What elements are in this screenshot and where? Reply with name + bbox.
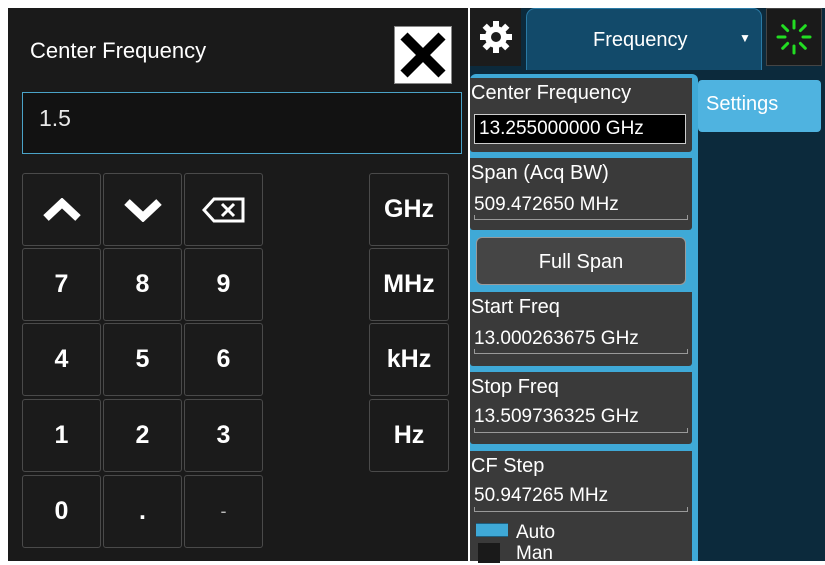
key-minus[interactable]: - <box>184 475 263 548</box>
man-indicator[interactable] <box>478 543 500 563</box>
settings-tab-label: Settings <box>706 93 779 115</box>
backspace-button[interactable] <box>184 173 263 246</box>
cf-step-value: 50.947265 MHz <box>474 485 609 506</box>
increment-button[interactable] <box>22 173 101 246</box>
decrement-button[interactable] <box>103 173 182 246</box>
status-indicator[interactable] <box>766 8 822 66</box>
key-5[interactable]: 5 <box>103 323 182 396</box>
chevron-up-icon <box>42 197 81 221</box>
key-0[interactable]: 0 <box>22 475 101 548</box>
full-span-button[interactable]: Full Span <box>476 237 686 285</box>
key-9[interactable]: 9 <box>184 248 263 321</box>
key-3[interactable]: 3 <box>184 399 263 472</box>
key-4[interactable]: 4 <box>22 323 101 396</box>
cf-step-softkey[interactable]: CF Step 50.947265 MHz Auto Man <box>470 451 692 564</box>
stop-freq-value: 13.509736325 GHz <box>474 406 639 427</box>
keypad-title: Center Frequency <box>30 38 207 63</box>
stop-freq-label: Stop Freq <box>471 376 559 398</box>
key-2[interactable]: 2 <box>103 399 182 472</box>
close-button[interactable] <box>394 26 452 84</box>
settings-tab[interactable]: Settings <box>698 80 821 132</box>
stop-freq-softkey[interactable]: Stop Freq 13.509736325 GHz <box>470 372 692 444</box>
backspace-icon <box>201 197 244 222</box>
frequency-menu-tab[interactable]: Frequency ▼ <box>526 8 762 70</box>
key-6[interactable]: 6 <box>184 323 263 396</box>
cf-step-field-border <box>474 507 688 512</box>
span-softkey[interactable]: Span (Acq BW) 509.472650 MHz <box>470 158 692 230</box>
span-label: Span (Acq BW) <box>471 162 609 184</box>
dropdown-arrow-icon: ▼ <box>739 31 751 45</box>
unit-hz-button[interactable]: Hz <box>369 399 449 472</box>
key-1[interactable]: 1 <box>22 399 101 472</box>
auto-option[interactable]: Auto <box>516 522 555 544</box>
frequency-menu-panel: Frequency ▼ Settings Center Frequency 13… <box>470 8 825 564</box>
center-frequency-label: Center Frequency <box>471 82 632 104</box>
settings-button[interactable] <box>470 8 521 66</box>
close-icon <box>395 27 451 83</box>
stop-freq-field-border <box>474 428 688 433</box>
entry-value: 1.5 <box>39 105 71 131</box>
gear-icon <box>479 21 512 53</box>
unit-khz-button[interactable]: kHz <box>369 323 449 396</box>
man-option[interactable]: Man <box>516 543 553 565</box>
start-freq-label: Start Freq <box>471 296 560 318</box>
center-frequency-softkey[interactable]: Center Frequency 13.255000000 GHz <box>470 78 692 152</box>
full-span-label: Full Span <box>538 251 624 273</box>
key-8[interactable]: 8 <box>103 248 182 321</box>
keypad-entry-field[interactable]: 1.5 <box>22 92 462 154</box>
auto-indicator[interactable] <box>476 523 508 537</box>
unit-ghz-button[interactable]: GHz <box>369 173 449 246</box>
cf-step-label: CF Step <box>471 455 545 477</box>
start-freq-field-border <box>474 349 688 354</box>
span-field-border <box>474 215 688 220</box>
key-7[interactable]: 7 <box>22 248 101 321</box>
unit-mhz-button[interactable]: MHz <box>369 248 449 321</box>
center-frequency-value: 13.255000000 GHz <box>479 118 644 139</box>
busy-spinner-icon <box>776 19 812 55</box>
key-decimal[interactable]: . <box>103 475 182 548</box>
numeric-keypad: Center Frequency 1.5 7 8 9 4 5 6 1 2 3 0… <box>8 8 468 561</box>
center-frequency-field[interactable]: 13.255000000 GHz <box>474 114 686 144</box>
start-freq-softkey[interactable]: Start Freq 13.000263675 GHz <box>470 292 692 366</box>
frequency-tab-label: Frequency <box>593 29 688 51</box>
chevron-down-icon <box>123 198 162 222</box>
span-value: 509.472650 MHz <box>474 194 619 215</box>
start-freq-value: 13.000263675 GHz <box>474 328 639 349</box>
